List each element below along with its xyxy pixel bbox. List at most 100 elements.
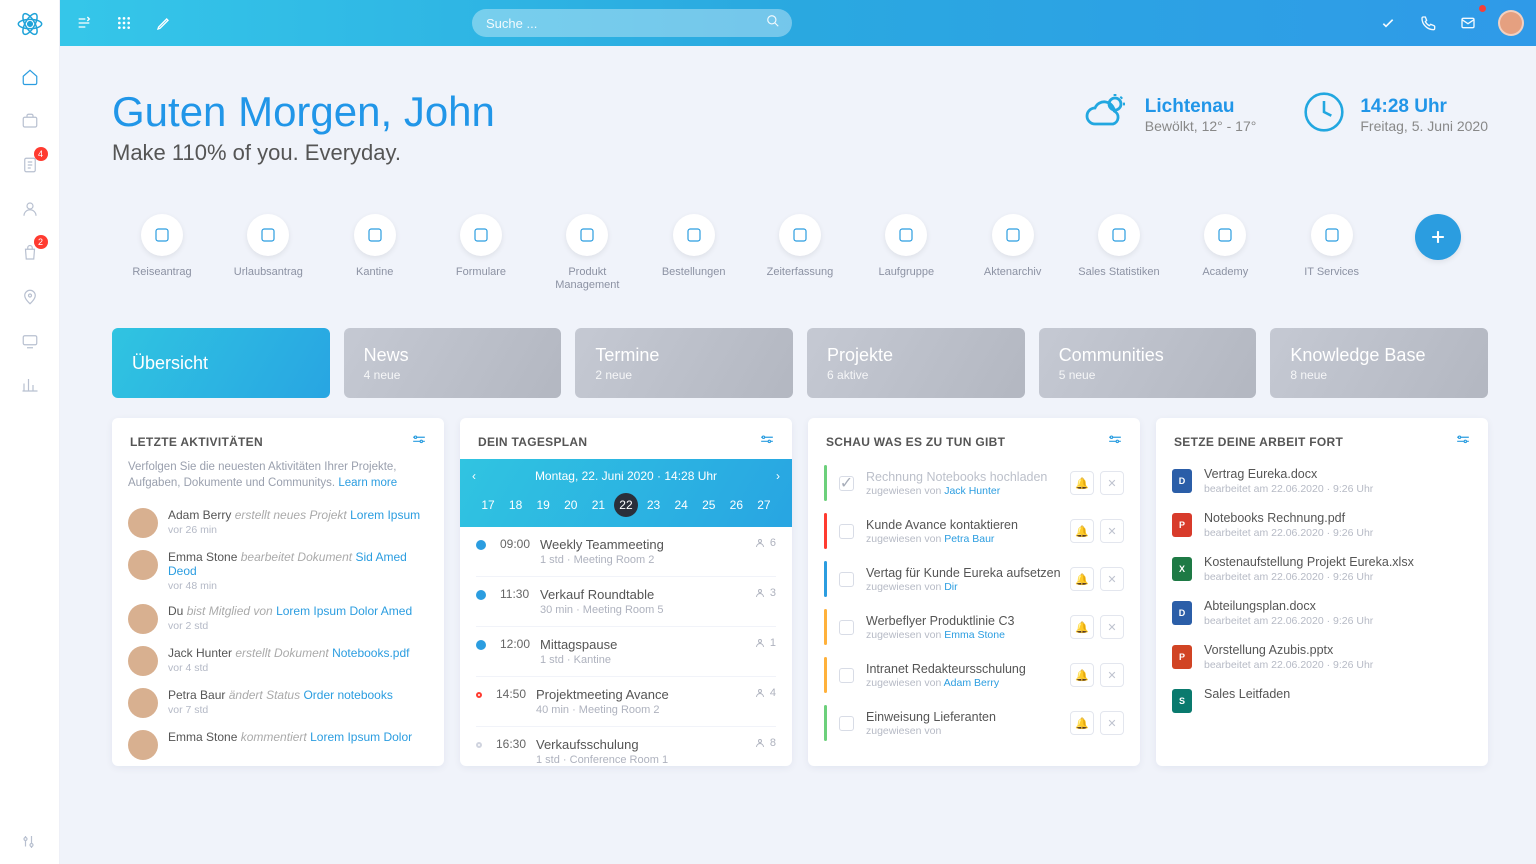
phone-icon[interactable]	[1412, 7, 1444, 39]
task-checkbox[interactable]	[839, 620, 854, 635]
shortcut-sales-statistiken[interactable]: Sales Statistiken	[1069, 214, 1169, 292]
shortcut-produkt-management[interactable]: Produkt Management	[537, 214, 637, 292]
close-icon[interactable]: ✕	[1100, 711, 1124, 735]
task-checkbox[interactable]	[839, 716, 854, 731]
calendar-day[interactable]: 24	[669, 493, 693, 517]
doc-meta: bearbeitet am 22.06.2020 · 9:26 Uhr	[1204, 527, 1373, 539]
doc-item[interactable]: DAbteilungsplan.docxbearbeitet am 22.06.…	[1172, 591, 1472, 635]
search-input[interactable]	[486, 16, 778, 31]
event-item[interactable]: 12:00Mittagspause1 std · Kantine1	[476, 627, 776, 677]
task-checkbox[interactable]	[839, 668, 854, 683]
nav-stats[interactable]	[10, 365, 50, 405]
close-icon[interactable]: ✕	[1100, 567, 1124, 591]
event-item[interactable]: 16:30Verkaufsschulung1 std · Conference …	[476, 727, 776, 766]
close-icon[interactable]: ✕	[1100, 471, 1124, 495]
bell-icon[interactable]: 🔔	[1070, 663, 1094, 687]
tab-communities[interactable]: Communities5 neue	[1039, 328, 1257, 398]
shortcut-urlaubsantrag[interactable]: Urlaubsantrag	[218, 214, 318, 292]
check-icon[interactable]	[1372, 7, 1404, 39]
doc-item[interactable]: PVorstellung Azubis.pptxbearbeitet am 22…	[1172, 635, 1472, 679]
doc-item[interactable]: SSales Leitfaden	[1172, 679, 1472, 721]
activity-item[interactable]: Emma Stone bearbeitet Dokument Sid Amed …	[128, 544, 428, 598]
nav-briefcase[interactable]	[10, 101, 50, 141]
calendar-day[interactable]: 20	[559, 493, 583, 517]
settings-icon[interactable]	[1108, 432, 1122, 451]
nav-home[interactable]	[10, 57, 50, 97]
activity-item[interactable]: Jack Hunter erstellt Dokument Notebooks.…	[128, 640, 428, 682]
tab-subtitle: 8 neue	[1290, 368, 1468, 382]
edit-icon[interactable]	[148, 7, 180, 39]
close-icon[interactable]: ✕	[1100, 519, 1124, 543]
settings-icon[interactable]	[1456, 432, 1470, 451]
user-avatar[interactable]	[1498, 10, 1524, 36]
doc-item[interactable]: PNotebooks Rechnung.pdfbearbeitet am 22.…	[1172, 503, 1472, 547]
bell-icon[interactable]: 🔔	[1070, 471, 1094, 495]
nav-shop[interactable]: 2	[10, 233, 50, 273]
tab-übersicht[interactable]: Übersicht	[112, 328, 330, 398]
calendar-day[interactable]: 27	[752, 493, 776, 517]
clock-time: 14:28 Uhr	[1360, 96, 1488, 118]
settings-icon[interactable]	[412, 432, 426, 451]
activity-item[interactable]: Emma Stone kommentiert Lorem Ipsum Dolor	[128, 724, 428, 766]
status-dot	[476, 640, 486, 650]
shortcut-it-services[interactable]: IT Services	[1282, 214, 1382, 292]
next-day-icon[interactable]: ›	[776, 469, 780, 483]
task-checkbox[interactable]: ✓	[839, 476, 854, 491]
card-title: DEIN TAGESPLAN	[478, 435, 587, 449]
nav-display[interactable]	[10, 321, 50, 361]
bell-icon[interactable]: 🔔	[1070, 567, 1094, 591]
activity-meta: vor 7 std	[168, 704, 393, 716]
search-bar[interactable]	[472, 9, 792, 37]
nav-docs[interactable]: 4	[10, 145, 50, 185]
shortcut-academy[interactable]: Academy	[1175, 214, 1275, 292]
apps-icon[interactable]	[108, 7, 140, 39]
calendar-day[interactable]: 22	[614, 493, 638, 517]
shortcut-zeiterfassung[interactable]: Zeiterfassung	[750, 214, 850, 292]
activity-item[interactable]: Adam Berry erstellt neues Projekt Lorem …	[128, 502, 428, 544]
shortcut-aktenarchiv[interactable]: Aktenarchiv	[963, 214, 1063, 292]
event-time: 09:00	[500, 537, 540, 551]
calendar-day[interactable]: 18	[504, 493, 528, 517]
shortcut-formulare[interactable]: Formulare	[431, 214, 531, 292]
event-item[interactable]: 14:50Projektmeeting Avance40 min · Meeti…	[476, 677, 776, 727]
nav-settings[interactable]	[10, 822, 50, 862]
event-item[interactable]: 11:30Verkauf Roundtable30 min · Meeting …	[476, 577, 776, 627]
activity-item[interactable]: Du bist Mitglied von Lorem Ipsum Dolor A…	[128, 598, 428, 640]
file-pptx-icon: P	[1172, 645, 1192, 669]
mail-icon[interactable]	[1452, 7, 1484, 39]
shortcut-kantine[interactable]: Kantine	[325, 214, 425, 292]
shortcut-laufgruppe[interactable]: Laufgruppe	[856, 214, 956, 292]
prev-day-icon[interactable]: ‹	[472, 469, 476, 483]
task-checkbox[interactable]	[839, 572, 854, 587]
calendar-day[interactable]: 21	[586, 493, 610, 517]
learn-more-link[interactable]: Learn more	[338, 477, 397, 489]
doc-item[interactable]: DVertrag Eureka.docxbearbeitet am 22.06.…	[1172, 459, 1472, 503]
dash-tabs: ÜbersichtNews4 neueTermine2 neueProjekte…	[112, 328, 1488, 398]
shortcut-reiseantrag[interactable]: Reiseantrag	[112, 214, 212, 292]
tab-projekte[interactable]: Projekte6 aktive	[807, 328, 1025, 398]
priority-bar	[824, 705, 827, 741]
bell-icon[interactable]: 🔔	[1070, 615, 1094, 639]
doc-item[interactable]: XKostenaufstellung Projekt Eureka.xlsxbe…	[1172, 547, 1472, 591]
shortcut-bestellungen[interactable]: Bestellungen	[644, 214, 744, 292]
tab-termine[interactable]: Termine2 neue	[575, 328, 793, 398]
task-checkbox[interactable]	[839, 524, 854, 539]
nav-profile[interactable]	[10, 189, 50, 229]
shortcut-add[interactable]	[1388, 214, 1488, 292]
menu-toggle-icon[interactable]	[68, 7, 100, 39]
close-icon[interactable]: ✕	[1100, 615, 1124, 639]
tab-knowledge-base[interactable]: Knowledge Base8 neue	[1270, 328, 1488, 398]
settings-icon[interactable]	[760, 432, 774, 451]
activity-item[interactable]: Petra Baur ändert Status Order notebooks…	[128, 682, 428, 724]
calendar-day[interactable]: 26	[724, 493, 748, 517]
calendar-day[interactable]: 25	[697, 493, 721, 517]
calendar-day[interactable]: 17	[476, 493, 500, 517]
calendar-day[interactable]: 23	[642, 493, 666, 517]
bell-icon[interactable]: 🔔	[1070, 519, 1094, 543]
calendar-day[interactable]: 19	[531, 493, 555, 517]
event-item[interactable]: 09:00Weekly Teammeeting1 std · Meeting R…	[476, 527, 776, 577]
bell-icon[interactable]: 🔔	[1070, 711, 1094, 735]
close-icon[interactable]: ✕	[1100, 663, 1124, 687]
tab-news[interactable]: News4 neue	[344, 328, 562, 398]
nav-location[interactable]	[10, 277, 50, 317]
